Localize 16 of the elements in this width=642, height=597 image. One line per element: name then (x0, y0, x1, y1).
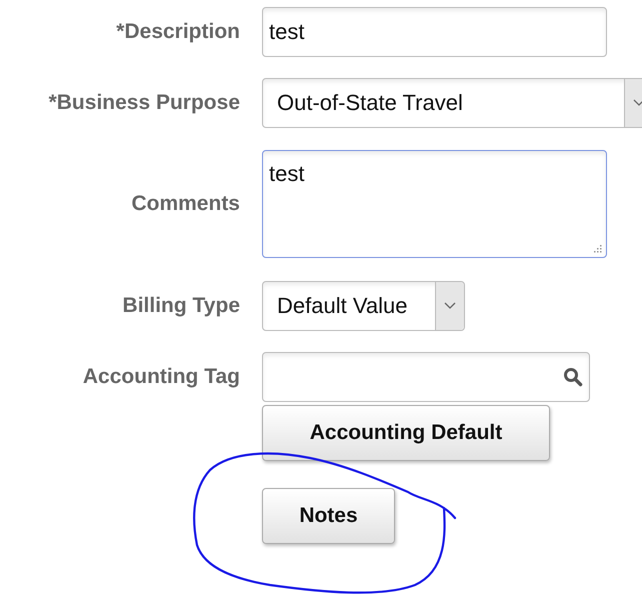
action-button[interactable]: Accounting Default (262, 405, 550, 461)
field-label: Billing Type (122, 294, 240, 318)
comments-textarea[interactable]: test (262, 150, 607, 258)
search-icon[interactable] (563, 367, 583, 387)
dropdown-field[interactable]: Default Value (262, 281, 465, 331)
text-field[interactable]: test (262, 7, 607, 57)
field-label: *Description (115, 20, 240, 44)
chevron-down-icon (633, 99, 642, 107)
action-button[interactable]: Notes (262, 488, 395, 544)
dropdown-field[interactable]: Out-of-State Travel (262, 78, 642, 128)
field-label: Comments (130, 192, 240, 216)
chevron-down-icon (444, 302, 456, 310)
field-label: *Business Purpose (48, 91, 240, 115)
resize-grip-icon[interactable] (592, 243, 602, 253)
field-label: Accounting Tag (82, 365, 240, 389)
lookup-field[interactable] (262, 352, 590, 402)
